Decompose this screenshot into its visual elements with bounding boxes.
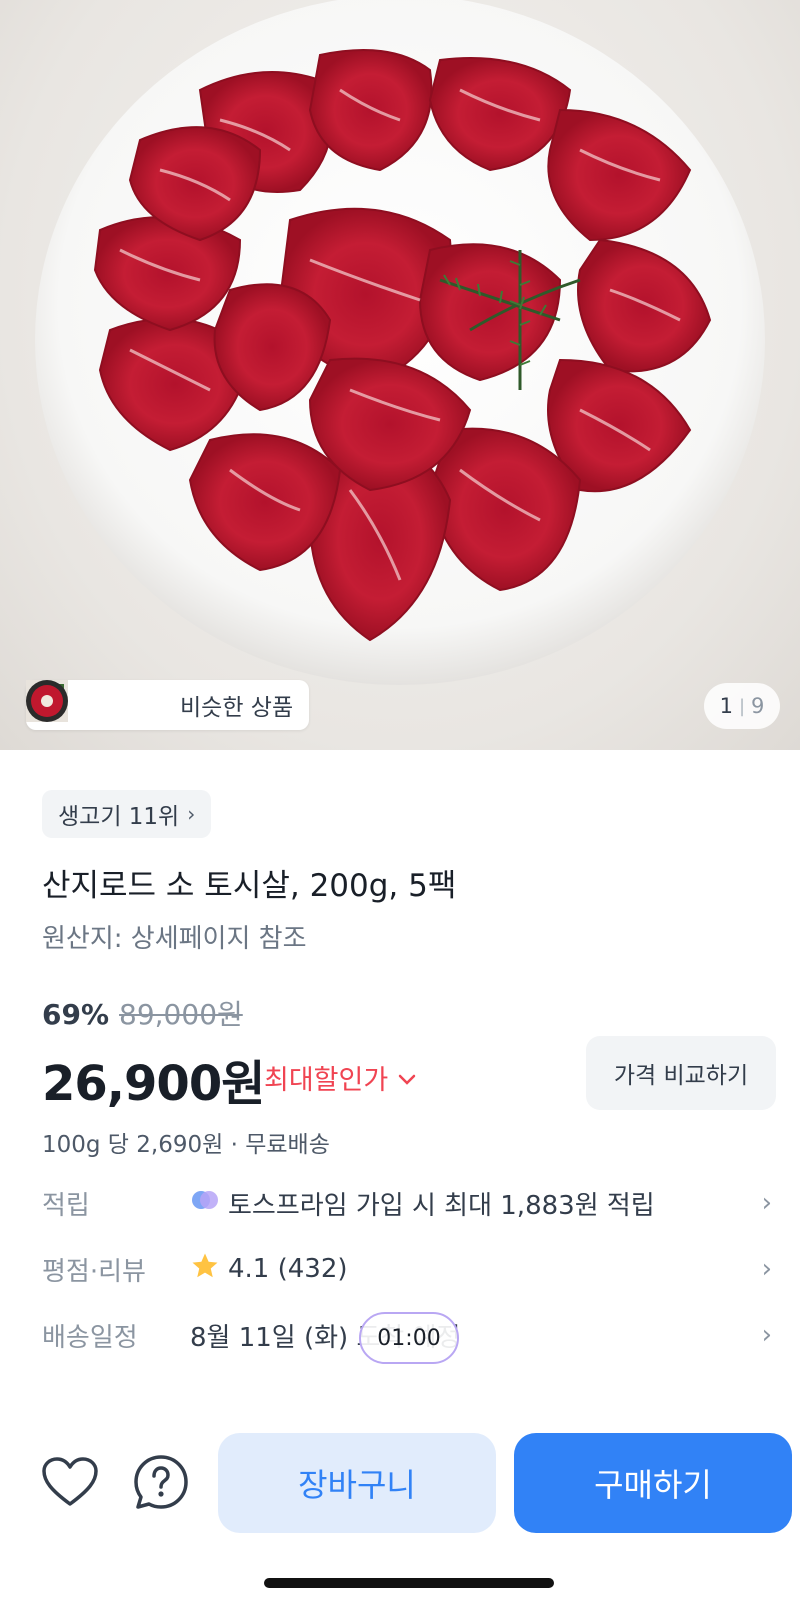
meat-plate-illustration: [35, 0, 765, 685]
rating-value: 4.1 (432): [228, 1254, 348, 1284]
rating-review-row[interactable]: 평점·리뷰 4.1 (432) ›: [42, 1244, 772, 1294]
wishlist-heart-button[interactable]: [38, 1452, 102, 1516]
category-rank-chip[interactable]: 생고기 11위 ›: [42, 790, 212, 838]
home-indicator[interactable]: [264, 1578, 554, 1588]
rank-label: 생고기 11위: [58, 804, 180, 830]
page-total: 9: [751, 694, 765, 718]
unit-price-shipping: 100g 당 2,690원 · 무료배송: [42, 1132, 330, 1158]
image-page-indicator: 1 | 9: [704, 683, 780, 729]
chevron-right-icon: ›: [187, 802, 196, 826]
max-discount-toggle[interactable]: 최대할인가: [264, 1058, 416, 1097]
original-price: 89,000원: [119, 998, 243, 1031]
star-icon: [190, 1251, 220, 1288]
similar-products-button[interactable]: 비슷한 상품: [26, 680, 310, 730]
similar-product-thumbnail: [26, 680, 168, 726]
timer-badge: 01:00: [359, 1312, 459, 1364]
delivery-key: 배송일정: [42, 1322, 138, 1353]
heart-icon: [41, 1456, 99, 1512]
chevron-down-icon: [398, 1062, 416, 1093]
product-image[interactable]: 비슷한 상품 1 | 9: [0, 0, 800, 750]
add-to-cart-button[interactable]: 장바구니: [218, 1433, 496, 1533]
similar-products-label: 비슷한 상품: [180, 695, 294, 721]
question-bubble-icon: [132, 1453, 190, 1515]
product-title: 산지로드 소 토시살, 200g, 5팩: [42, 868, 457, 904]
buy-now-button[interactable]: 구매하기: [514, 1433, 792, 1533]
points-row[interactable]: 적립 토스프라임 가입 시 최대 1,883원 적립 ›: [42, 1178, 772, 1228]
max-discount-label: 최대할인가: [264, 1065, 389, 1096]
chevron-right-icon: ›: [761, 1254, 772, 1284]
discount-percent: 69%: [42, 998, 110, 1031]
page-current: 1: [719, 694, 733, 718]
similar-product-thumbnail: [26, 680, 120, 726]
rating-key: 평점·리뷰: [42, 1256, 146, 1287]
discount-row: 69% 89,000원: [42, 993, 243, 1033]
price-compare-button[interactable]: 가격 비교하기: [586, 1036, 776, 1110]
chevron-right-icon: ›: [761, 1188, 772, 1218]
inquiry-button[interactable]: [129, 1452, 193, 1516]
sale-price: 26,900원: [42, 1056, 265, 1112]
toss-prime-icon: [190, 1188, 220, 1219]
product-origin: 원산지: 상세페이지 참조: [42, 924, 307, 954]
points-value: 토스프라임 가입 시 최대 1,883원 적립: [228, 1190, 655, 1221]
points-key: 적립: [42, 1190, 90, 1221]
chevron-right-icon: ›: [761, 1320, 772, 1350]
